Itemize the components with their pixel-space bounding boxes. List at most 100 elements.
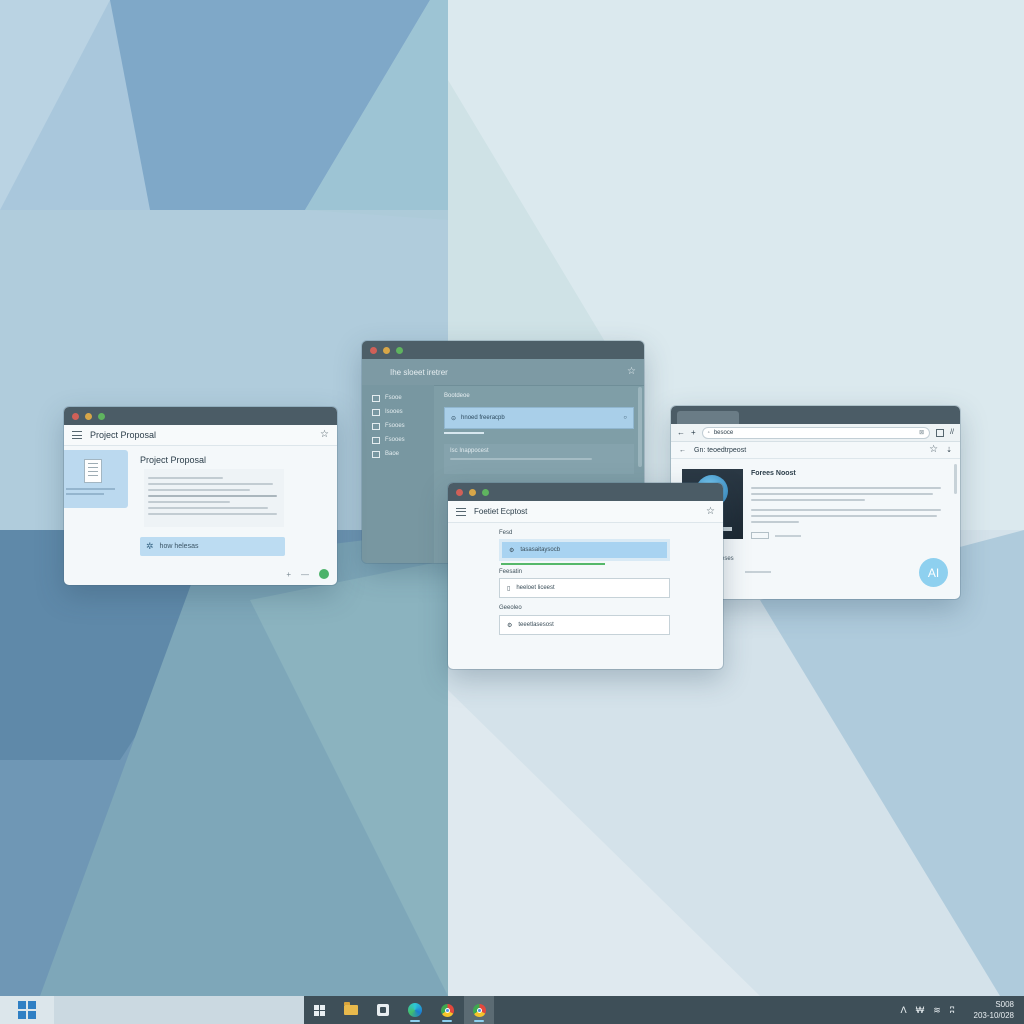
sidebar-item[interactable]: Fsooes bbox=[362, 419, 434, 433]
field-value: heeloet liceest bbox=[516, 585, 555, 591]
field-value: teeetlasesost bbox=[518, 622, 554, 628]
address-bar[interactable]: ◦ besoce ⊠ bbox=[701, 426, 931, 439]
title-bar bbox=[448, 483, 723, 501]
forward-icon[interactable]: + bbox=[691, 428, 696, 437]
browser-toolbar: ← + ◦ besoce ⊠ // bbox=[671, 424, 960, 442]
refresh-icon[interactable]: ○ bbox=[623, 415, 633, 421]
sparkle-icon: ✲ bbox=[146, 541, 154, 551]
chrome-icon[interactable] bbox=[432, 996, 462, 1024]
settings-icon: ⚙ bbox=[507, 622, 513, 629]
clock-date: 203-10/028 bbox=[973, 1011, 1014, 1020]
windows-logo-icon bbox=[18, 1001, 36, 1019]
suggestion-pill[interactable]: ✲ how helesas bbox=[140, 537, 285, 556]
clock[interactable]: S008 203-10/028 bbox=[974, 999, 1014, 1021]
close-dot[interactable] bbox=[370, 346, 377, 354]
window-header: Foetiet Ecptost ☆ bbox=[448, 501, 723, 523]
scrollbar[interactable] bbox=[638, 387, 642, 467]
article-text bbox=[751, 483, 941, 527]
dash-icon[interactable]: — bbox=[301, 570, 309, 579]
list-icon bbox=[372, 436, 380, 444]
search-icon: ⊝ bbox=[451, 415, 457, 422]
page-title: Gn: teoedtrpeost bbox=[694, 446, 747, 454]
file-explorer-icon[interactable] bbox=[336, 996, 366, 1024]
back-icon[interactable]: ← bbox=[679, 447, 686, 454]
form-window: Foetiet Ecptost ☆ Fesd ⚙ tasasaitaysocb … bbox=[448, 483, 723, 669]
suggestion-label: how helesas bbox=[159, 543, 199, 550]
move-icon[interactable]: + bbox=[286, 570, 291, 579]
start-button[interactable] bbox=[0, 996, 54, 1024]
volume-icon[interactable]: ʭ bbox=[950, 1005, 955, 1015]
store-icon[interactable] bbox=[368, 996, 398, 1024]
file-icon: ▯ bbox=[507, 585, 511, 592]
settings-main: Bootdeoe ⊝ hnoed freeracpb ○ Isc Inappoc… bbox=[444, 385, 634, 474]
system-tray: ᐱ ₩ ≋ ʭ S008 203-10/028 bbox=[901, 996, 1014, 1024]
close-dot[interactable] bbox=[456, 488, 463, 496]
document-caption bbox=[66, 488, 120, 498]
document-card[interactable] bbox=[64, 450, 128, 508]
text-field[interactable]: ⚙ teeetlasesost bbox=[499, 615, 670, 635]
start-icon[interactable] bbox=[304, 996, 334, 1024]
text-field[interactable]: ▯ heeloet liceest bbox=[499, 578, 670, 598]
window-title: Foetiet Ecptost bbox=[474, 507, 528, 516]
sidebar-item-label: Isooes bbox=[385, 409, 403, 415]
minimize-dot[interactable] bbox=[85, 412, 92, 420]
project-proposal-window: Project Proposal ☆ Project Proposal ✲ ho… bbox=[64, 407, 337, 585]
window-title: Ihe sloeet iretrer bbox=[390, 367, 448, 377]
star-icon[interactable]: ☆ bbox=[706, 506, 715, 517]
action-button[interactable] bbox=[775, 535, 801, 537]
chrome-active-icon[interactable] bbox=[464, 996, 494, 1024]
search-bar[interactable]: ⊝ hnoed freeracpb ○ bbox=[444, 407, 634, 429]
scrollbar[interactable] bbox=[954, 464, 957, 494]
window-header: Project Proposal ☆ bbox=[64, 425, 337, 446]
title-bar bbox=[362, 341, 644, 359]
extensions-icon[interactable]: // bbox=[950, 429, 954, 436]
clear-icon[interactable]: ⊠ bbox=[919, 429, 924, 436]
maximize-dot[interactable] bbox=[396, 346, 403, 354]
wifi-icon[interactable]: ≋ bbox=[933, 1005, 941, 1016]
back-icon[interactable]: ← bbox=[677, 428, 685, 437]
settings-icon: ⚙ bbox=[509, 547, 515, 554]
sidebar-item[interactable]: Isooes bbox=[362, 405, 434, 419]
sidebar: Fsooe Isooes Fsooes Fsooes Baoe bbox=[362, 385, 434, 563]
progress-bar bbox=[501, 563, 605, 565]
close-dot[interactable] bbox=[72, 412, 79, 420]
info-card: Isc Inappocest bbox=[444, 444, 634, 474]
action-button[interactable] bbox=[751, 532, 769, 539]
star-icon[interactable]: ☆ bbox=[929, 445, 938, 455]
star-icon[interactable]: ☆ bbox=[320, 430, 329, 440]
sidebar-item-label: Fsooe bbox=[385, 395, 402, 401]
edge-browser-icon[interactable] bbox=[400, 996, 430, 1024]
taskbar-apps bbox=[304, 996, 494, 1024]
minimize-dot[interactable] bbox=[383, 346, 390, 354]
sidebar-item[interactable]: Baoe bbox=[362, 447, 434, 461]
chevron-up-icon[interactable]: ᐱ bbox=[901, 1005, 907, 1016]
network-icon[interactable]: ₩ bbox=[916, 1005, 925, 1015]
underline bbox=[444, 432, 484, 434]
menu-icon[interactable] bbox=[72, 431, 82, 439]
document-title: Project Proposal bbox=[140, 455, 207, 465]
maximize-dot[interactable] bbox=[98, 412, 105, 420]
sidebar-item[interactable]: Fsooes bbox=[362, 433, 434, 447]
browser-tab[interactable] bbox=[677, 411, 739, 424]
ai-assistant-button[interactable]: AI bbox=[919, 558, 948, 587]
minimize-dot[interactable] bbox=[469, 488, 476, 496]
sidebar-item[interactable]: Fsooe bbox=[362, 391, 434, 405]
title-bar bbox=[64, 407, 337, 425]
star-icon[interactable]: ☆ bbox=[627, 367, 636, 377]
window-title: Project Proposal bbox=[90, 430, 157, 440]
sidebar-item-label: Fsooes bbox=[385, 423, 405, 429]
article-title: Forees Noost bbox=[751, 470, 796, 477]
tabs-icon[interactable] bbox=[936, 428, 945, 437]
page-header: ← Gn: teoedtrpeost ☆ ⇣ bbox=[671, 442, 960, 459]
search-value: hnoed freeracpb bbox=[461, 415, 505, 421]
taskbar-search-area[interactable] bbox=[54, 996, 304, 1024]
download-icon[interactable]: ⇣ bbox=[946, 446, 952, 454]
aside-line bbox=[745, 571, 771, 573]
list-icon bbox=[372, 450, 380, 458]
list-icon bbox=[372, 422, 380, 430]
menu-icon[interactable] bbox=[456, 507, 466, 516]
text-field[interactable]: ⚙ tasasaitaysocb bbox=[499, 539, 670, 561]
maximize-dot[interactable] bbox=[482, 488, 489, 496]
status-icon[interactable] bbox=[319, 569, 329, 579]
lock-icon: ◦ bbox=[707, 429, 710, 436]
